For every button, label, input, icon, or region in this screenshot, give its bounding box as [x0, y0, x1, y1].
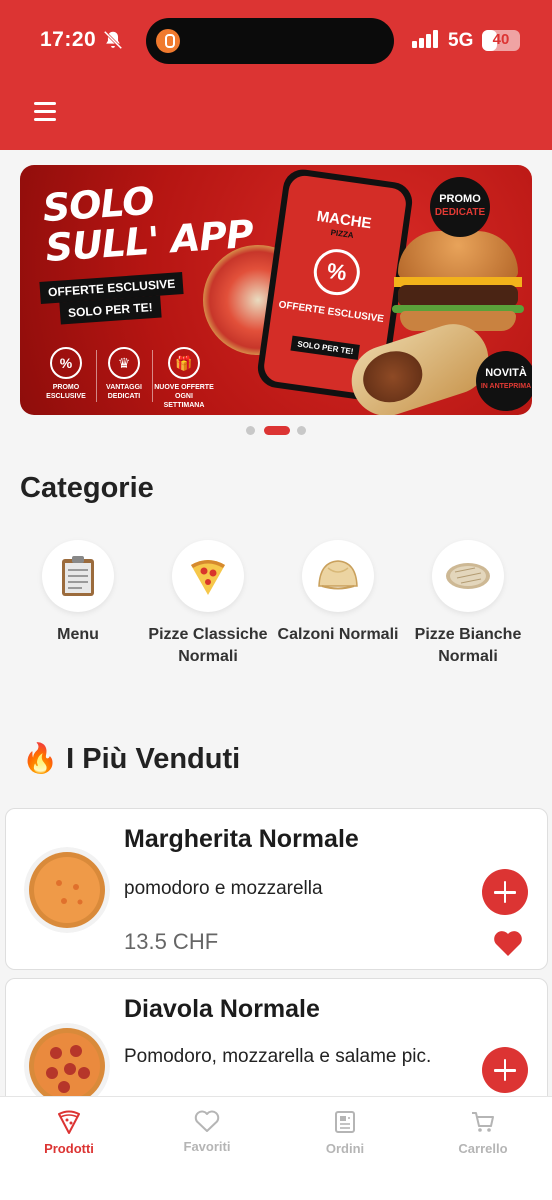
pizza-slice-icon — [191, 560, 225, 595]
category-pizze-classiche[interactable]: Pizze Classiche Normali — [143, 540, 273, 668]
battery-icon: 40 — [482, 30, 520, 51]
tab-label: Favoriti — [183, 1139, 231, 1154]
tab-ordini[interactable]: Ordini — [276, 1109, 414, 1156]
heart-filled-icon[interactable] — [493, 929, 523, 957]
category-label: Pizze Classiche Normali — [148, 626, 268, 665]
product-price: 13.5 CHF — [124, 929, 219, 954]
status-time: 17:20 — [40, 28, 97, 51]
badge-new-text: NOVITÀ — [485, 367, 527, 379]
crown-icon: ♛ — [108, 347, 140, 379]
bestsellers-title: 🔥 I Più Venduti — [22, 742, 240, 776]
pizza-slice-icon — [58, 1110, 80, 1134]
category-label: Pizze Bianche Normali — [414, 626, 522, 665]
banner-burger-image — [392, 231, 524, 331]
phone-offer: OFFERTE ESCLUSIVE — [277, 299, 385, 326]
banner-feature-vantaggi: ♛ VANTAGGI DEDICATI — [94, 347, 154, 401]
categories-title: Categorie — [20, 472, 154, 504]
percent-tag-icon: % — [50, 347, 82, 379]
recording-indicator-icon — [156, 29, 180, 53]
banner-feature-label: VANTAGGI DEDICATI — [106, 384, 142, 400]
heart-outline-icon — [194, 1110, 220, 1132]
battery-percent: 40 — [492, 31, 510, 48]
category-calzoni[interactable]: Calzoni Normali — [273, 540, 403, 646]
category-pizze-bianche[interactable]: Pizze Bianche Normali — [403, 540, 533, 668]
product-description: pomodoro e mozzarella — [124, 878, 323, 899]
category-label: Menu — [57, 626, 99, 643]
cart-icon — [472, 1112, 494, 1132]
category-icon-wrap — [432, 540, 504, 612]
tab-label: Carrello — [458, 1141, 508, 1156]
receipt-icon — [335, 1111, 355, 1133]
category-label: Calzoni Normali — [277, 626, 399, 643]
tab-prodotti[interactable]: Prodotti — [0, 1109, 138, 1156]
add-to-cart-button[interactable] — [482, 869, 528, 915]
tab-carrello[interactable]: Carrello — [414, 1109, 552, 1156]
banner-divider — [152, 350, 153, 402]
banner-feature-promo: % PROMO ESCLUSIVE — [36, 347, 96, 401]
tab-favoriti[interactable]: Favoriti — [138, 1109, 276, 1154]
hamburger-menu-button[interactable] — [34, 102, 58, 122]
clipboard-icon — [62, 556, 94, 596]
bestsellers-title-text: I Più Venduti — [66, 743, 241, 775]
category-icon-wrap — [302, 540, 374, 612]
category-menu[interactable]: Menu — [13, 540, 143, 646]
white-pizza-icon — [446, 563, 490, 589]
badge-new-sub: IN ANTEPRIMA — [480, 383, 532, 390]
app-header: 17:20 5G 40 — [0, 0, 552, 150]
category-icon-wrap — [42, 540, 114, 612]
badge-promo-dedicate: PROMO DEDICATE — [430, 177, 490, 237]
gift-icon: 🎁 — [168, 347, 200, 379]
banner-feature-label: PROMO ESCLUSIVE — [46, 384, 86, 400]
badge-promo-sub: DEDICATE — [434, 207, 486, 218]
fire-icon: 🔥 — [22, 743, 59, 775]
add-to-cart-button[interactable] — [482, 1047, 528, 1093]
banner-feature-label: NUOVE OFFERTE OGNI SETTIMANA — [154, 384, 214, 409]
product-card-margherita[interactable]: Margherita Normale pomodoro e mozzarella… — [5, 808, 548, 970]
percent-icon: % — [310, 246, 363, 299]
margherita-pizza-image — [24, 847, 110, 933]
banner-feature-nuove: 🎁 NUOVE OFFERTE OGNI SETTIMANA — [154, 347, 214, 410]
network-type: 5G — [448, 30, 474, 51]
bottom-tab-bar: Prodotti Favoriti Ordini Carrello — [0, 1096, 552, 1200]
product-name: Diavola Normale — [124, 995, 320, 1023]
bell-muted-icon — [103, 30, 123, 50]
promo-banner[interactable]: SOLO SULL' APP OFFERTE ESCLUSIVE SOLO PE… — [20, 165, 532, 415]
pager-dot-active[interactable] — [264, 426, 290, 435]
signal-icon — [412, 30, 438, 48]
banner-headline: SOLO SULL' APP — [41, 174, 254, 271]
phone-solo: SOLO PER TE! — [290, 335, 361, 360]
product-name: Margherita Normale — [124, 825, 359, 853]
status-bar: 17:20 5G 40 — [0, 0, 552, 82]
dynamic-island — [146, 18, 394, 64]
pager-dot[interactable] — [297, 426, 306, 435]
tab-label: Ordini — [325, 1141, 365, 1156]
product-description: Pomodoro, mozzarella e salame pic. — [124, 1046, 432, 1067]
category-icon-wrap — [172, 540, 244, 612]
calzone-icon — [318, 560, 358, 590]
pager-dot[interactable] — [246, 426, 255, 435]
badge-promo-text: PROMO — [439, 193, 481, 205]
badge-novita: NOVITÀ IN ANTEPRIMA — [476, 351, 532, 411]
tab-label: Prodotti — [44, 1141, 94, 1156]
